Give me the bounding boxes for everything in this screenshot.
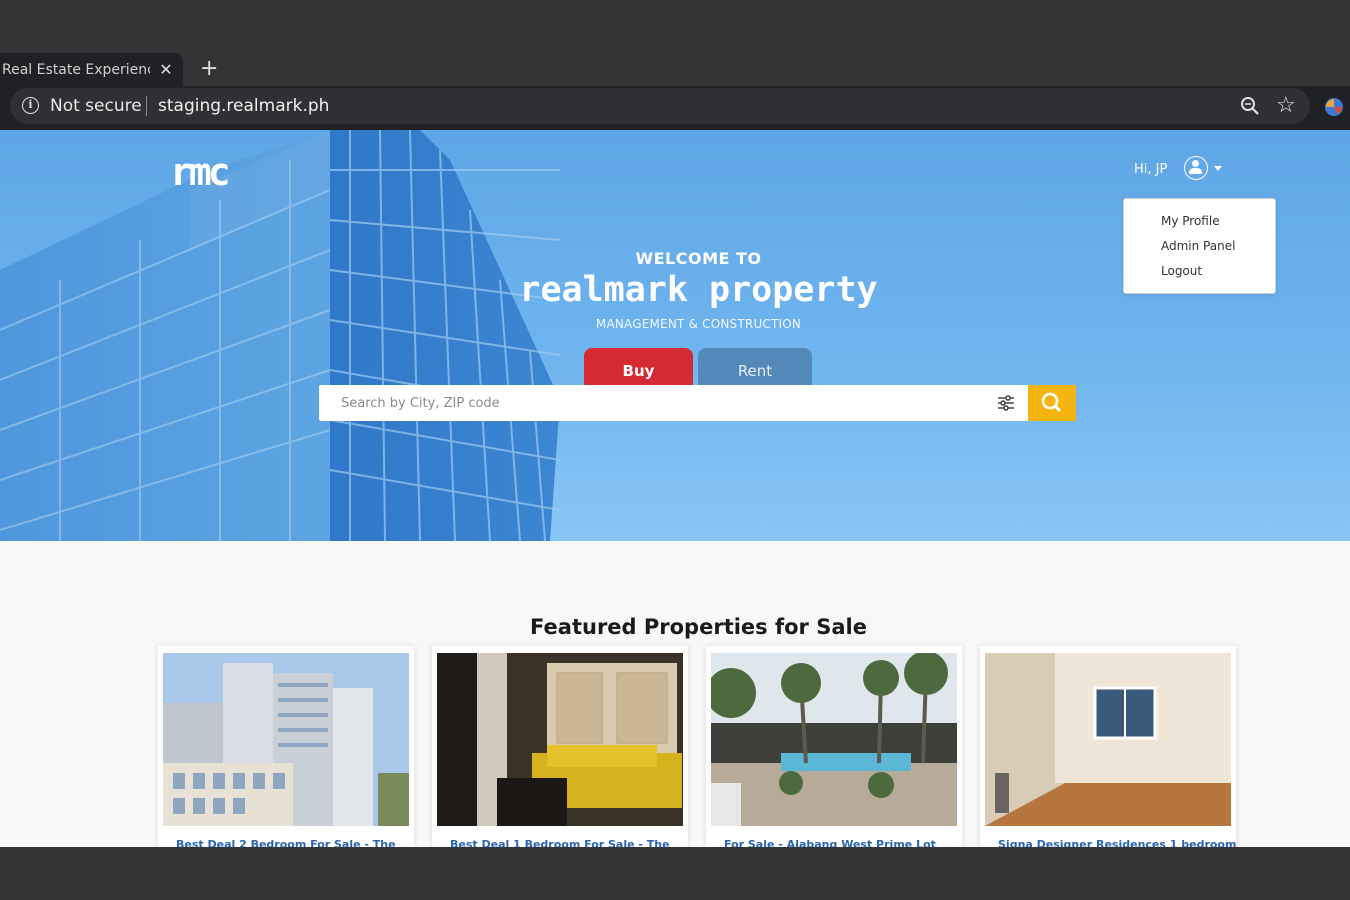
featured-heading: Featured Properties for Sale <box>530 615 867 639</box>
property-title[interactable]: Signa Designer Residences 1 bedroom <box>998 838 1236 847</box>
brand-subtitle: MANAGEMENT & CONSTRUCTION <box>595 317 802 331</box>
property-card[interactable]: Signa Designer Residences 1 bedroom <box>980 646 1236 847</box>
property-image <box>711 653 957 826</box>
brand-name: realmark property <box>519 270 878 310</box>
search-icon <box>1041 392 1062 413</box>
hero-section: rmc Hi, JP My Profile Admin Panel Logout… <box>0 130 1350 541</box>
menu-item-my-profile[interactable]: My Profile <box>1161 214 1220 228</box>
rent-tab[interactable]: Rent <box>698 348 812 388</box>
browser-tab[interactable]: Real Estate Experience ✕ <box>0 53 183 86</box>
info-icon[interactable]: i <box>22 97 39 114</box>
property-image <box>985 653 1231 826</box>
user-avatar-icon[interactable] <box>1184 156 1208 180</box>
welcome-heading: WELCOME TO <box>635 249 762 268</box>
window-bottom-band <box>0 847 1350 900</box>
address-bar[interactable]: i Not secure staging.realmark.ph ☆ <box>10 88 1310 124</box>
search-input[interactable] <box>319 385 989 421</box>
property-card[interactable]: Best Deal 2 Bedroom For Sale - The <box>158 646 414 847</box>
webpage: rmc Hi, JP My Profile Admin Panel Logout… <box>0 130 1350 847</box>
tab-title: Real Estate Experience <box>2 61 150 78</box>
property-image <box>437 653 683 826</box>
window-top-band <box>0 0 1350 53</box>
property-card[interactable]: Best Deal 1 Bedroom For Sale - The <box>432 646 688 847</box>
filter-sliders-icon[interactable] <box>997 394 1015 412</box>
property-title[interactable]: Best Deal 2 Bedroom For Sale - The <box>176 838 396 847</box>
browser-toolbar: i Not secure staging.realmark.ph ☆ <box>0 86 1350 130</box>
search-button[interactable] <box>1028 385 1076 421</box>
tab-strip: Real Estate Experience ✕ + <box>0 53 1350 86</box>
rmc-logo[interactable]: rmc <box>170 150 231 194</box>
property-title[interactable]: Best Deal 1 Bedroom For Sale - The <box>450 838 670 847</box>
property-title[interactable]: For Sale - Alabang West Prime Lot <box>724 838 936 847</box>
property-image <box>163 653 409 826</box>
extension-icon[interactable] <box>1323 96 1345 118</box>
buy-tab[interactable]: Buy <box>584 348 693 388</box>
security-label[interactable]: Not secure <box>50 96 142 116</box>
property-card[interactable]: For Sale - Alabang West Prime Lot <box>706 646 962 847</box>
zoom-icon[interactable] <box>1240 96 1260 116</box>
new-tab-icon[interactable]: + <box>200 56 218 81</box>
bookmark-star-icon[interactable]: ☆ <box>1276 93 1296 118</box>
address-divider <box>146 96 147 116</box>
search-bar <box>319 385 1028 421</box>
url-text[interactable]: staging.realmark.ph <box>158 96 329 116</box>
caret-down-icon[interactable] <box>1214 166 1222 171</box>
user-greeting[interactable]: Hi, JP <box>1134 162 1167 177</box>
close-tab-icon[interactable]: ✕ <box>158 60 174 79</box>
